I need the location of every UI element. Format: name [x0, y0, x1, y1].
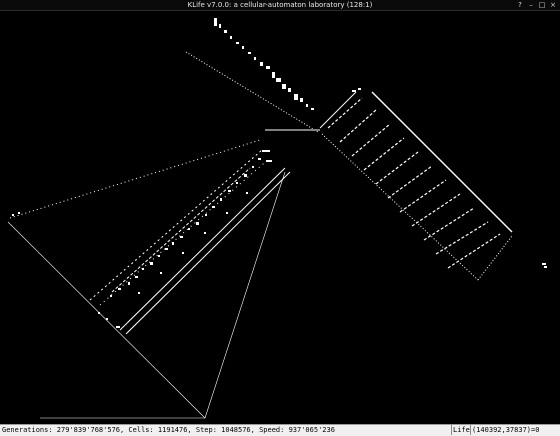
- window-controls: ? – □ ×: [516, 0, 557, 10]
- structure-left-edge: [321, 133, 479, 281]
- band-edge-lower-2: [125, 171, 291, 335]
- structure-top-edge: [319, 91, 357, 129]
- application-window: KLife v7.0.0: a cellular-automaton labor…: [0, 0, 560, 436]
- window-title: KLife v7.0.0: a cellular-automaton labor…: [187, 1, 373, 9]
- band-cells: [98, 150, 272, 328]
- triangle-right-edge: [204, 171, 286, 419]
- rule-indicator: Life: [451, 425, 470, 435]
- maximize-button[interactable]: □: [538, 0, 546, 10]
- cursor-coordinates: (140392,37837)=0: [470, 425, 560, 435]
- band-debris-3: [111, 167, 251, 293]
- top-cell-cluster: [214, 18, 314, 110]
- help-button[interactable]: ?: [516, 0, 524, 10]
- close-button[interactable]: ×: [549, 0, 557, 10]
- life-canvas[interactable]: [0, 11, 560, 423]
- title-bar[interactable]: KLife v7.0.0: a cellular-automaton labor…: [0, 0, 560, 11]
- status-bar: Generations: 279'839'768'576, Cells: 119…: [0, 424, 560, 436]
- structure-right-edge: [371, 91, 513, 233]
- band-debris-2: [99, 157, 271, 306]
- upper-glider-stream: [185, 51, 319, 133]
- left-glider-stream: [9, 139, 261, 219]
- cell-pattern: [7, 18, 547, 419]
- structure-bottom-edge: [477, 235, 513, 281]
- misc-cells: [12, 88, 547, 268]
- generation-status: Generations: 279'839'768'576, Cells: 119…: [2, 426, 335, 434]
- structure-rows: [327, 97, 501, 269]
- minimize-button[interactable]: –: [527, 0, 535, 10]
